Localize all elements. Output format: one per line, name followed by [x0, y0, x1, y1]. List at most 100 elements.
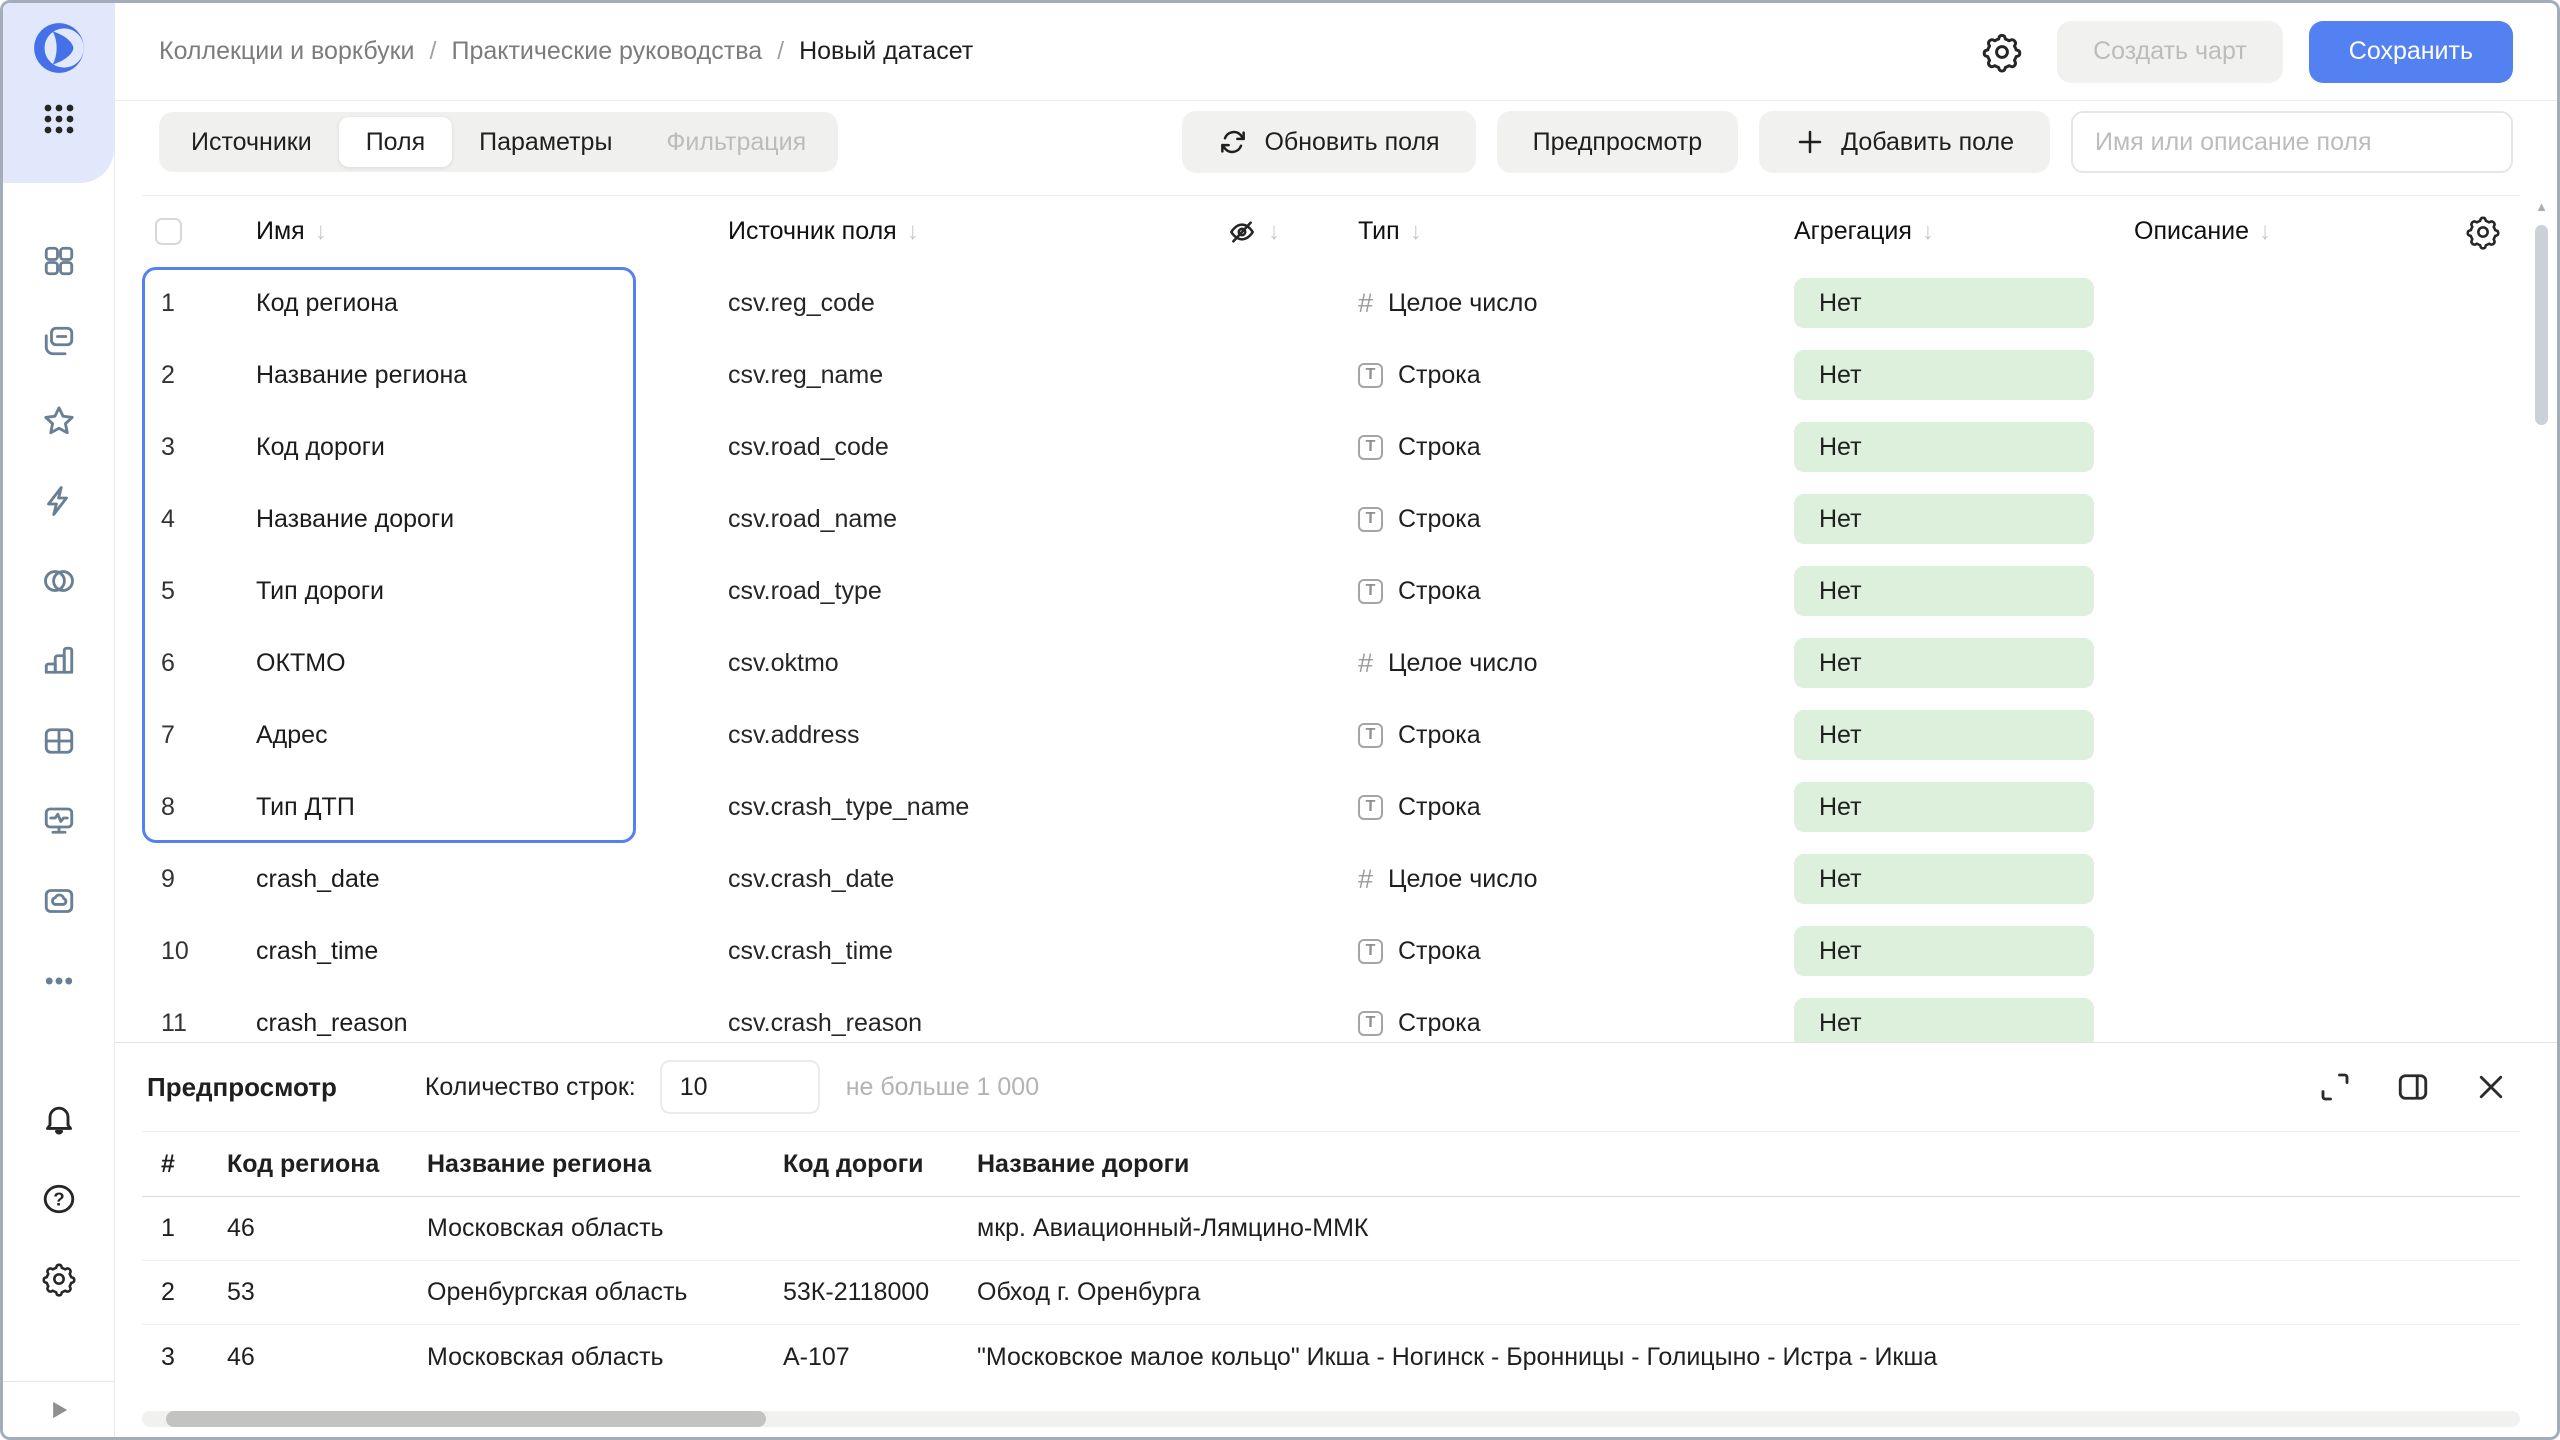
field-name[interactable]: Код региона: [212, 289, 636, 318]
field-row[interactable]: 10 crash_time csv.crash_time T Строка Не…: [142, 915, 2520, 987]
field-name[interactable]: ОКТМО: [212, 649, 636, 678]
field-type[interactable]: # Целое число: [1333, 288, 1773, 319]
string-type-icon: T: [1358, 1011, 1383, 1036]
split-view-icon[interactable]: [2395, 1069, 2431, 1105]
tab-Параметры[interactable]: Параметры: [452, 117, 639, 167]
field-row[interactable]: 4 Название дороги csv.road_name T Строка…: [142, 483, 2520, 555]
field-aggregation: Нет: [1773, 854, 2113, 904]
field-row[interactable]: 3 Код дороги csv.road_code T Строка Нет: [142, 411, 2520, 483]
field-name[interactable]: Код дороги: [212, 433, 636, 462]
tables-icon[interactable]: [41, 723, 77, 759]
field-name[interactable]: Тип ДТП: [212, 793, 636, 822]
preview-title: Предпросмотр: [147, 1072, 337, 1103]
aggregation-select[interactable]: Нет: [1794, 998, 2094, 1042]
sort-arrow-icon: ↓: [315, 218, 327, 246]
aggregation-select[interactable]: Нет: [1794, 710, 2094, 760]
field-name[interactable]: crash_time: [212, 937, 636, 966]
field-row[interactable]: 2 Название региона csv.reg_name T Строка…: [142, 339, 2520, 411]
save-button[interactable]: Сохранить: [2309, 21, 2513, 83]
scroll-up-arrow-icon[interactable]: ▲: [2534, 199, 2549, 215]
row-count-input[interactable]: [660, 1060, 820, 1114]
breadcrumb-segment[interactable]: Коллекции и воркбуки: [159, 37, 415, 66]
connections-icon[interactable]: [41, 483, 77, 519]
column-header-hidden[interactable]: ↓: [1196, 216, 1333, 248]
maximize-icon[interactable]: [2317, 1069, 2353, 1105]
field-row[interactable]: 1 Код региона csv.reg_code # Целое число…: [142, 267, 2520, 339]
field-row[interactable]: 7 Адрес csv.address T Строка Нет: [142, 699, 2520, 771]
field-name[interactable]: Тип дороги: [212, 577, 636, 606]
breadcrumb-segment[interactable]: Практические руководства: [451, 37, 762, 66]
preview-horizontal-scrollbar[interactable]: [142, 1411, 2520, 1427]
column-header-name[interactable]: Имя ↓: [212, 217, 636, 246]
aggregation-select[interactable]: Нет: [1794, 278, 2094, 328]
refresh-fields-button[interactable]: Обновить поля: [1182, 111, 1475, 173]
field-row-index: 2: [142, 361, 212, 390]
topbar-actions: Создать чарт Сохранить: [1981, 21, 2513, 83]
aggregation-select[interactable]: Нет: [1794, 782, 2094, 832]
tab-Поля[interactable]: Поля: [339, 117, 452, 167]
more-icon[interactable]: [41, 963, 77, 999]
dataset-settings-icon[interactable]: [1981, 31, 2023, 73]
field-name[interactable]: Название региона: [212, 361, 636, 390]
favorites-icon[interactable]: [41, 403, 77, 439]
field-row[interactable]: 11 crash_reason csv.crash_reason T Строк…: [142, 987, 2520, 1042]
datasets-icon[interactable]: [41, 563, 77, 599]
aggregation-select[interactable]: Нет: [1794, 422, 2094, 472]
fields-vertical-scrollbar[interactable]: ▲: [2534, 199, 2549, 1044]
field-type[interactable]: T Строка: [1333, 793, 1773, 822]
datalens-logo[interactable]: [30, 19, 88, 77]
expand-icon[interactable]: [45, 1396, 73, 1424]
dashboards-icon[interactable]: [41, 803, 77, 839]
close-icon[interactable]: [2473, 1069, 2509, 1105]
field-type[interactable]: # Целое число: [1333, 864, 1773, 895]
scrollbar-thumb[interactable]: [166, 1411, 766, 1427]
field-type[interactable]: T Строка: [1333, 433, 1773, 462]
preview-column-header: Код региона: [213, 1150, 413, 1179]
field-row[interactable]: 5 Тип дороги csv.road_type T Строка Нет: [142, 555, 2520, 627]
apps-grid-icon[interactable]: [41, 101, 77, 137]
aggregation-select[interactable]: Нет: [1794, 926, 2094, 976]
column-header-source[interactable]: Источник поля ↓: [636, 217, 1196, 246]
column-header-aggregation[interactable]: Агрегация ↓: [1773, 217, 2113, 246]
field-aggregation: Нет: [1773, 494, 2113, 544]
field-type[interactable]: T Строка: [1333, 577, 1773, 606]
field-row-index: 3: [142, 433, 212, 462]
field-type[interactable]: # Целое число: [1333, 648, 1773, 679]
settings-icon[interactable]: [41, 1261, 77, 1297]
field-search-input[interactable]: [2071, 111, 2513, 173]
column-header-description[interactable]: Описание ↓: [2113, 217, 2445, 246]
field-type[interactable]: T Строка: [1333, 505, 1773, 534]
workbooks-icon[interactable]: [41, 323, 77, 359]
field-name[interactable]: Название дороги: [212, 505, 636, 534]
field-type[interactable]: T Строка: [1333, 1009, 1773, 1038]
field-type[interactable]: T Строка: [1333, 937, 1773, 966]
tab-Источники[interactable]: Источники: [164, 117, 339, 167]
aggregation-select[interactable]: Нет: [1794, 350, 2094, 400]
aggregation-select[interactable]: Нет: [1794, 566, 2094, 616]
field-name[interactable]: crash_reason: [212, 1009, 636, 1038]
aggregation-select[interactable]: Нет: [1794, 638, 2094, 688]
select-all-checkbox[interactable]: [155, 218, 182, 245]
field-row[interactable]: 8 Тип ДТП csv.crash_type_name T Строка Н…: [142, 771, 2520, 843]
field-name[interactable]: crash_date: [212, 865, 636, 894]
add-field-button[interactable]: Добавить поле: [1759, 111, 2050, 173]
preview-row: 146Московская областьмкр. Авиационный-Ля…: [142, 1197, 2520, 1261]
collections-icon[interactable]: [41, 243, 77, 279]
field-name[interactable]: Адрес: [212, 721, 636, 750]
column-header-type[interactable]: Тип ↓: [1333, 217, 1773, 246]
storage-icon[interactable]: [41, 883, 77, 919]
field-row[interactable]: 9 crash_date csv.crash_date # Целое числ…: [142, 843, 2520, 915]
aggregation-select[interactable]: Нет: [1794, 854, 2094, 904]
field-type[interactable]: T Строка: [1333, 361, 1773, 390]
create-chart-button[interactable]: Создать чарт: [2057, 21, 2283, 83]
field-row[interactable]: 6 ОКТМО csv.oktmo # Целое число Нет: [142, 627, 2520, 699]
preview-cell: 2: [142, 1278, 213, 1307]
scrollbar-thumb[interactable]: [2535, 225, 2548, 425]
field-type[interactable]: T Строка: [1333, 721, 1773, 750]
preview-button[interactable]: Предпросмотр: [1497, 111, 1739, 173]
help-icon[interactable]: ?: [41, 1181, 77, 1217]
table-settings-icon[interactable]: [2465, 214, 2501, 250]
notifications-icon[interactable]: [41, 1101, 77, 1137]
aggregation-select[interactable]: Нет: [1794, 494, 2094, 544]
charts-icon[interactable]: [41, 643, 77, 679]
